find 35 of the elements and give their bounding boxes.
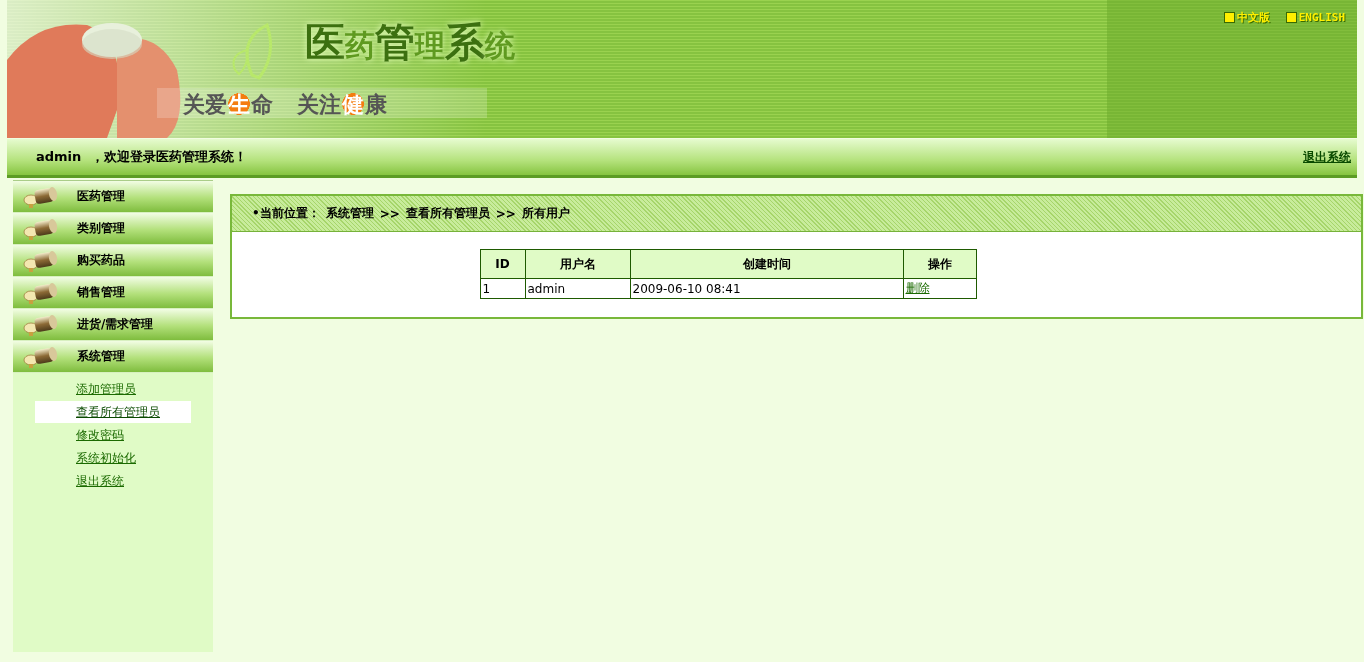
menu-item[interactable]: 进货/需求管理 [13, 309, 213, 341]
column-header: 用户名 [525, 249, 630, 279]
submenu-link[interactable]: 添加管理员 [35, 378, 191, 400]
submenu-link[interactable]: 查看所有管理员 [35, 401, 191, 423]
medicine-bottle-icon [23, 248, 59, 273]
submenu-link[interactable]: 退出系统 [35, 470, 191, 492]
slogan: 关爱生命 [183, 92, 273, 117]
logout-link[interactable]: 退出系统 [1303, 148, 1351, 166]
welcome-message: admin ，欢迎登录医药管理系统！ [36, 148, 248, 166]
slogan: 关注健康 [297, 92, 387, 117]
breadcrumb-item: 所有用户 [521, 205, 570, 222]
medicine-bottle-icon [23, 184, 59, 209]
table-cell: 2009-06-10 08:41 [630, 278, 903, 299]
medicine-bottle-icon [23, 344, 59, 369]
breadcrumb-item: 系统管理 [325, 205, 374, 222]
menu-item[interactable]: 医药管理 [13, 181, 213, 213]
menu-item[interactable]: 销售管理 [13, 277, 213, 309]
table-cell: 1 [480, 278, 525, 299]
medicine-bottle-icon [23, 312, 59, 337]
separator: >> [495, 206, 516, 221]
location-label: •当前位置： [252, 205, 320, 222]
column-header: 创建时间 [630, 249, 903, 279]
column-header: ID [480, 249, 525, 279]
submenu-link[interactable]: 系统初始化 [35, 447, 191, 469]
menu-item[interactable]: 购买药品 [13, 245, 213, 277]
menu-item[interactable]: 系统管理 [13, 341, 213, 373]
menu-item[interactable]: 类别管理 [13, 213, 213, 245]
medicine-bottle-icon [23, 280, 59, 305]
table-cell: admin [525, 278, 630, 299]
separator: >> [379, 206, 400, 221]
system-title: 医药管理系统 [305, 22, 515, 62]
column-header: 操作 [903, 249, 976, 279]
submenu-link[interactable]: 修改密码 [35, 424, 191, 446]
medicine-bottle-icon [23, 216, 59, 241]
breadcrumb-item: 查看所有管理员 [405, 205, 490, 222]
